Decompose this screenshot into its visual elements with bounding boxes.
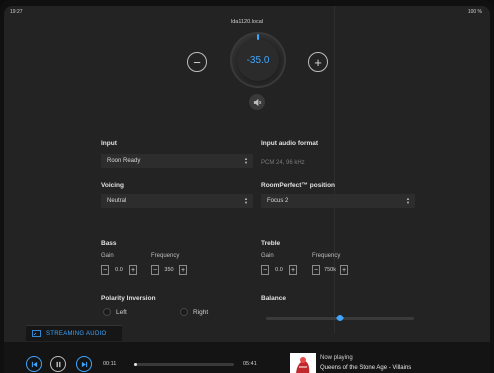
device-frame: 19:27 100 % lda1120.local − -35.0 + Inpu…: [0, 0, 494, 373]
treble-gain-value: 0.0: [275, 267, 283, 273]
plus-icon: +: [314, 54, 322, 70]
skip-back-icon: [31, 361, 37, 367]
input-label: Input: [101, 140, 117, 147]
now-playing-track: Queens of the Stone Age - Villains: [320, 365, 412, 371]
app-screen: 19:27 100 % lda1120.local − -35.0 + Inpu…: [4, 6, 490, 373]
polarity-left-label: Left: [116, 308, 127, 316]
mute-icon: [253, 98, 261, 106]
radio-icon: [103, 308, 111, 316]
input-select-value: Roon Ready: [107, 158, 141, 164]
voicing-select-value: Neutral: [107, 198, 127, 204]
streaming-icon: [32, 330, 41, 337]
voicing-label: Voicing: [101, 182, 124, 189]
bass-gain-stepper: − 0.0 +: [101, 264, 137, 276]
playback-progress-fill: [134, 363, 137, 366]
now-playing-label: Now playing: [320, 355, 353, 361]
streaming-audio-tab[interactable]: STREAMING AUDIO: [26, 325, 122, 341]
divider-line: [334, 6, 335, 333]
volume-value: -35.0: [246, 54, 270, 66]
bass-frequency-value: 350: [164, 267, 174, 273]
treble-frequency-decrease-button[interactable]: −: [312, 265, 320, 275]
input-format-label: Input audio format: [261, 140, 319, 147]
roomperfect-select-value: Focus 2: [267, 198, 289, 204]
status-time: 19:27: [10, 9, 23, 15]
balance-label: Balance: [261, 295, 286, 302]
treble-gain-stepper: − 0.0 +: [261, 264, 297, 276]
chevron-updown-icon: ▲ ▼: [406, 196, 410, 205]
roomperfect-select[interactable]: Focus 2 ▲ ▼: [261, 194, 415, 208]
bass-frequency-stepper: − 350 +: [151, 264, 187, 276]
bass-label: Bass: [101, 240, 117, 247]
streaming-audio-label: STREAMING AUDIO: [46, 330, 107, 337]
previous-track-button[interactable]: [26, 356, 42, 372]
chevron-updown-icon: ▲ ▼: [244, 196, 248, 205]
bass-gain-increase-button[interactable]: +: [129, 265, 137, 275]
bass-gain-value: 0.0: [115, 267, 123, 273]
balance-slider-thumb[interactable]: [335, 313, 345, 323]
total-time: 05:41: [243, 361, 257, 367]
treble-frequency-increase-button[interactable]: +: [340, 265, 348, 275]
input-format-value: PCM 24, 96 kHz: [261, 160, 305, 166]
bass-frequency-label: Frequency: [151, 253, 180, 259]
bass-gain-label: Gain: [101, 253, 114, 259]
roomperfect-label: RoomPerfect™ position: [261, 182, 336, 189]
polarity-label: Polarity Inversion: [101, 295, 156, 302]
status-battery: 100 %: [467, 9, 482, 15]
device-host: lda1120.local: [230, 19, 263, 25]
volume-indicator: [257, 34, 259, 40]
pause-icon: [56, 361, 60, 367]
voicing-select[interactable]: Neutral ▲ ▼: [101, 194, 253, 208]
treble-frequency-label: Frequency: [312, 253, 341, 259]
volume-knob-face: -35.0: [237, 39, 279, 81]
volume-down-button[interactable]: −: [187, 52, 207, 72]
bass-frequency-decrease-button[interactable]: −: [151, 265, 159, 275]
radio-icon: [180, 308, 188, 316]
skip-forward-icon: [81, 361, 87, 367]
input-select[interactable]: Roon Ready ▲ ▼: [101, 154, 253, 168]
treble-gain-increase-button[interactable]: +: [289, 265, 297, 275]
minus-icon: −: [193, 54, 201, 70]
polarity-right-label: Right: [193, 308, 209, 316]
playback-progress-bar[interactable]: [134, 363, 234, 366]
treble-frequency-value: 750k: [324, 267, 336, 273]
status-bar: 19:27 100 %: [4, 6, 490, 18]
play-pause-button[interactable]: [50, 356, 66, 372]
bass-gain-decrease-button[interactable]: −: [101, 265, 109, 275]
volume-knob[interactable]: -35.0: [230, 32, 286, 88]
treble-gain-decrease-button[interactable]: −: [261, 265, 269, 275]
polarity-right-option[interactable]: Right: [180, 308, 208, 316]
volume-up-button[interactable]: +: [308, 52, 328, 72]
treble-label: Treble: [261, 240, 281, 247]
elapsed-time: 00:11: [103, 361, 117, 367]
next-track-button[interactable]: [76, 356, 92, 372]
polarity-left-option[interactable]: Left: [103, 308, 127, 316]
treble-gain-label: Gain: [261, 253, 274, 259]
chevron-updown-icon: ▲ ▼: [244, 156, 248, 165]
mute-button[interactable]: [249, 94, 265, 110]
bass-frequency-increase-button[interactable]: +: [179, 265, 187, 275]
treble-frequency-stepper: − 750k +: [312, 264, 348, 276]
album-art: [290, 353, 316, 373]
